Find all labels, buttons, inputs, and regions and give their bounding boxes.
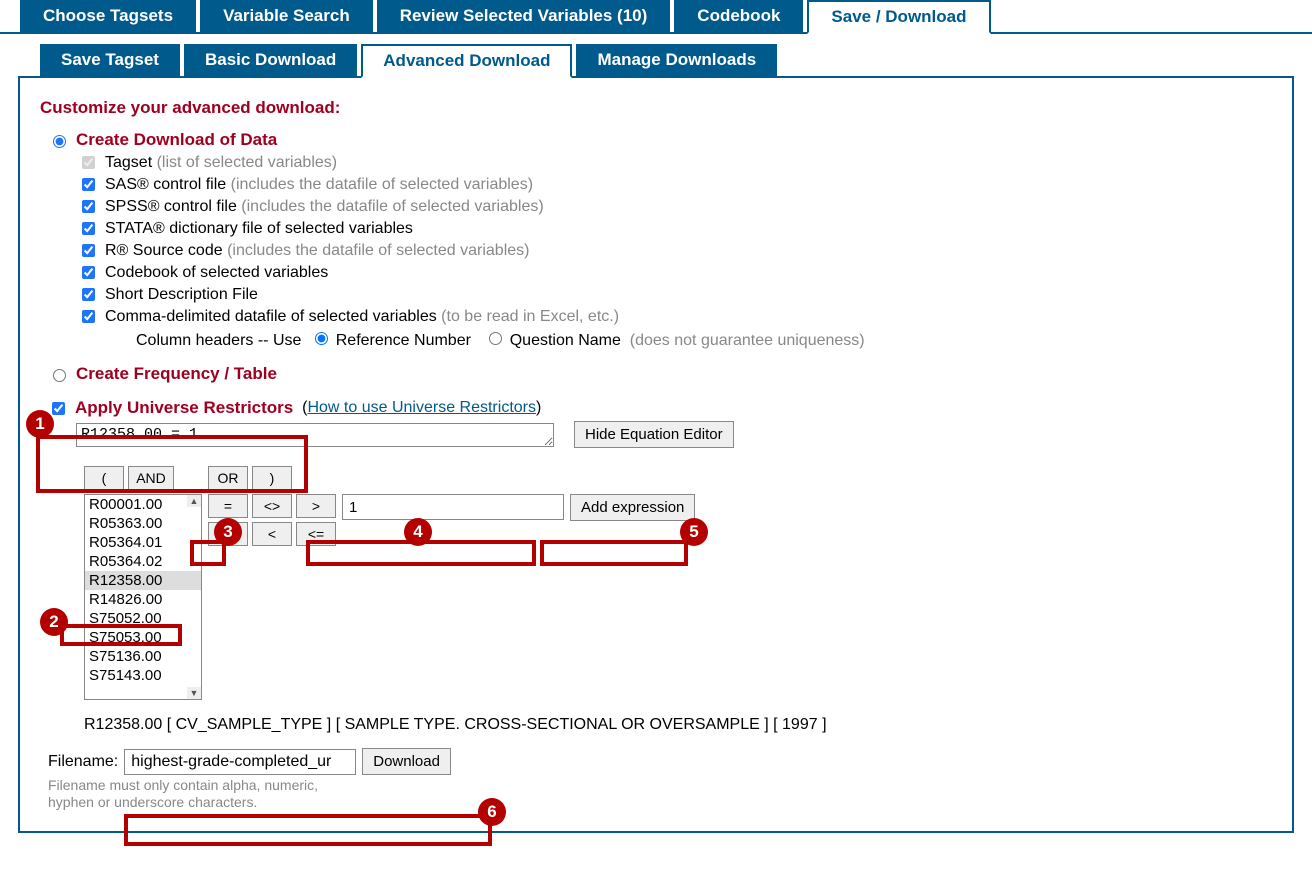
- download-button[interactable]: Download: [362, 748, 451, 775]
- checkbox-codebook[interactable]: [82, 266, 95, 279]
- label-csv: Comma-delimited datafile of selected var…: [105, 308, 437, 326]
- op-ge[interactable]: >=: [208, 522, 248, 546]
- radio-create-data[interactable]: [53, 135, 66, 148]
- op-ne[interactable]: <>: [252, 494, 292, 518]
- subtab-manage-downloads[interactable]: Manage Downloads: [576, 44, 777, 78]
- subtab-basic-download[interactable]: Basic Download: [184, 44, 357, 78]
- hide-equation-editor-button[interactable]: Hide Equation Editor: [574, 421, 734, 448]
- list-item[interactable]: S75143.00: [85, 666, 201, 685]
- add-expression-button[interactable]: Add expression: [570, 494, 695, 521]
- hint-colhdr-qname: (does not guarantee uniqueness): [630, 332, 865, 349]
- checkbox-spss[interactable]: [82, 200, 95, 213]
- label-create-data: Create Download of Data: [76, 130, 277, 150]
- label-shortdesc: Short Description File: [105, 286, 258, 304]
- subtab-advanced-download[interactable]: Advanced Download: [361, 44, 572, 78]
- sub-nav: Save Tagset Basic Download Advanced Down…: [0, 44, 1312, 78]
- variable-detail: R12358.00 [ CV_SAMPLE_TYPE ] [ SAMPLE TY…: [84, 716, 1272, 734]
- op-lt[interactable]: <: [252, 522, 292, 546]
- list-item[interactable]: R05363.00: [85, 514, 201, 533]
- hint-r: (includes the datafile of selected varia…: [227, 242, 529, 260]
- label-tagset: Tagset: [105, 154, 152, 172]
- op-le[interactable]: <=: [296, 522, 336, 546]
- tab-variable-search[interactable]: Variable Search: [200, 0, 373, 32]
- tab-choose-tagsets[interactable]: Choose Tagsets: [20, 0, 196, 32]
- list-item[interactable]: R05364.01: [85, 533, 201, 552]
- op-rparen[interactable]: ): [252, 466, 292, 490]
- hint-spss: (includes the datafile of selected varia…: [241, 198, 543, 216]
- checkbox-tagset: [82, 156, 95, 169]
- subtab-save-tagset[interactable]: Save Tagset: [40, 44, 180, 78]
- label-create-freq: Create Frequency / Table: [76, 364, 277, 384]
- tab-review-selected[interactable]: Review Selected Variables (10): [377, 0, 671, 32]
- radio-create-freq[interactable]: [53, 369, 66, 382]
- list-item[interactable]: S75052.00: [85, 609, 201, 628]
- op-and[interactable]: AND: [128, 466, 174, 490]
- op-or[interactable]: OR: [208, 466, 248, 490]
- label-spss: SPSS® control file: [105, 198, 237, 216]
- value-input[interactable]: [342, 494, 564, 520]
- label-universe: Apply Universe Restrictors: [75, 398, 293, 418]
- scroll-down-icon[interactable]: ▼: [187, 687, 201, 699]
- hint-sas: (includes the datafile of selected varia…: [231, 176, 533, 194]
- top-nav: Choose Tagsets Variable Search Review Se…: [0, 0, 1312, 34]
- filename-hint: Filename must only contain alpha, numeri…: [48, 777, 1272, 811]
- link-universe-howto[interactable]: How to use Universe Restrictors: [307, 399, 536, 417]
- list-item[interactable]: R00001.00: [85, 495, 201, 514]
- checkbox-stata[interactable]: [82, 222, 95, 235]
- scroll-up-icon[interactable]: ▲: [187, 495, 201, 507]
- label-colhdr: Column headers -- Use: [136, 332, 301, 349]
- checkbox-r[interactable]: [82, 244, 95, 257]
- label-r: R® Source code: [105, 242, 223, 260]
- tab-codebook[interactable]: Codebook: [674, 0, 803, 32]
- filename-label: Filename:: [48, 753, 118, 771]
- hint-csv: (to be read in Excel, etc.): [441, 308, 619, 326]
- label-colhdr-qname: Question Name: [510, 332, 621, 349]
- op-lparen[interactable]: (: [84, 466, 124, 490]
- list-item[interactable]: S75136.00: [85, 647, 201, 666]
- op-gt[interactable]: >: [296, 494, 336, 518]
- filename-input[interactable]: [124, 749, 356, 775]
- label-sas: SAS® control file: [105, 176, 226, 194]
- equation-editor: ( AND ▲ R00001.00 R05363.00 R05364.01 R0…: [84, 466, 1272, 700]
- list-item[interactable]: R14826.00: [85, 590, 201, 609]
- checkbox-shortdesc[interactable]: [82, 288, 95, 301]
- section-title: Customize your advanced download:: [40, 98, 1272, 118]
- label-colhdr-refnum: Reference Number: [336, 332, 471, 349]
- checkbox-universe[interactable]: [52, 402, 65, 415]
- tab-save-download[interactable]: Save / Download: [807, 0, 990, 34]
- radio-colhdr-refnum[interactable]: [315, 332, 328, 345]
- label-codebook: Codebook of selected variables: [105, 264, 328, 282]
- hint-tagset: (list of selected variables): [157, 154, 338, 172]
- op-eq[interactable]: =: [208, 494, 248, 518]
- checkbox-sas[interactable]: [82, 178, 95, 191]
- checkbox-csv[interactable]: [82, 310, 95, 323]
- content-panel: Customize your advanced download: Create…: [18, 76, 1294, 833]
- label-stata: STATA® dictionary file of selected varia…: [105, 220, 413, 238]
- expression-textarea[interactable]: [76, 423, 554, 447]
- list-item-selected[interactable]: R12358.00: [85, 571, 201, 590]
- list-item[interactable]: R05364.02: [85, 552, 201, 571]
- list-item[interactable]: S75053.00: [85, 628, 201, 647]
- radio-colhdr-qname[interactable]: [489, 332, 502, 345]
- variable-list[interactable]: ▲ R00001.00 R05363.00 R05364.01 R05364.0…: [84, 494, 202, 700]
